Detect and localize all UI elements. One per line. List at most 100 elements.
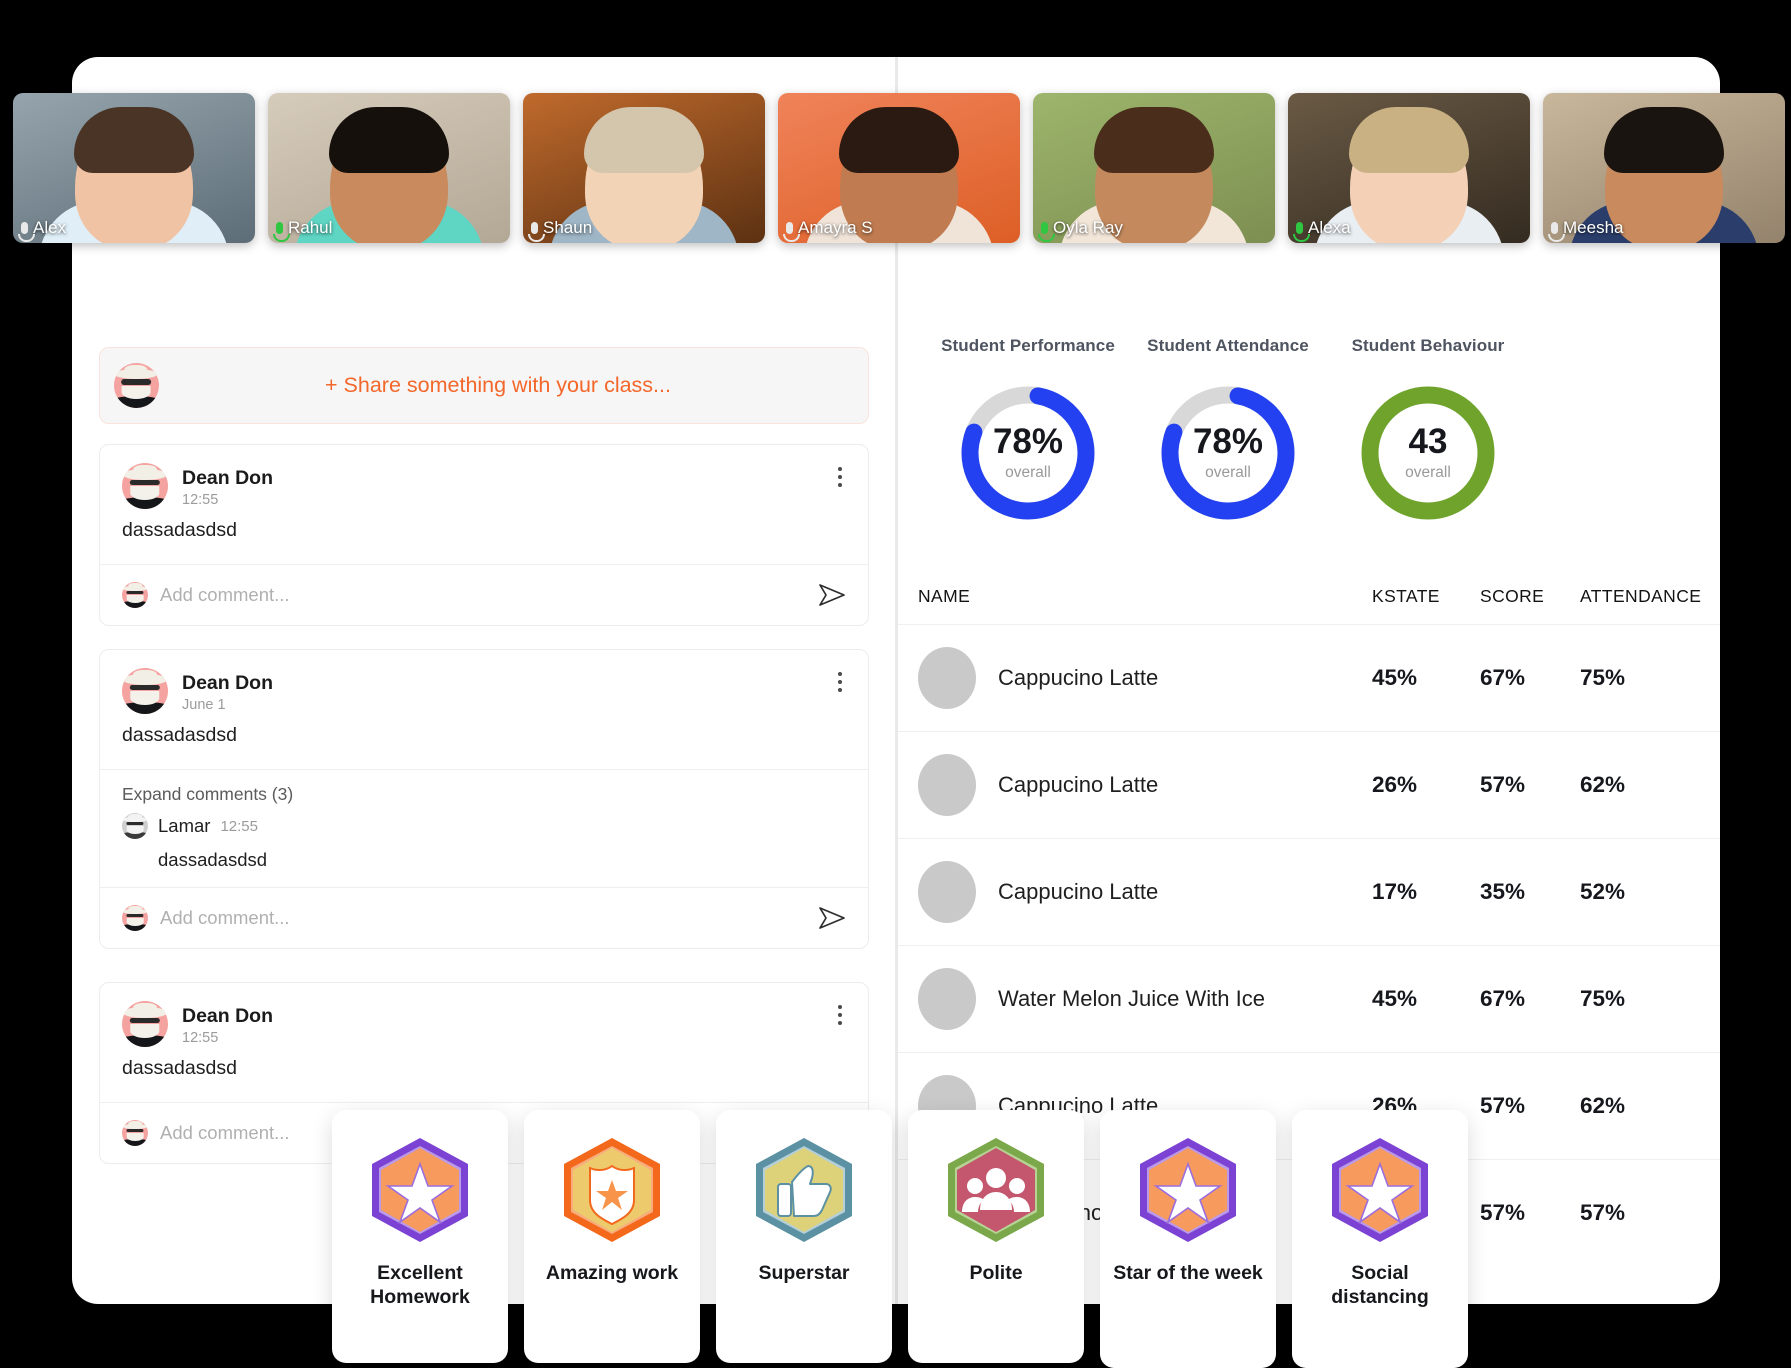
- table-header-row: NAME KSTATE SCORE ATTENDANCE: [898, 568, 1720, 624]
- cell-score: 67%: [1480, 986, 1526, 1011]
- badge-label: Star of the week: [1113, 1262, 1263, 1284]
- cell-attendance: 62%: [1580, 772, 1626, 797]
- cell-attendance: 75%: [1580, 665, 1626, 690]
- badge-card-polite[interactable]: Polite: [908, 1110, 1084, 1363]
- gauge-value: 78%: [992, 422, 1064, 461]
- star-badge-icon: [1324, 1134, 1436, 1246]
- cell-score: 57%: [1480, 772, 1526, 797]
- table-row[interactable]: Cappucino Latte 17% 35% 52%: [898, 838, 1720, 945]
- badge-label: Superstar: [758, 1262, 850, 1284]
- post-timestamp: 12:55: [182, 492, 219, 509]
- gauge-value: 43: [1408, 422, 1448, 461]
- gauge-value: 78%: [1192, 422, 1264, 461]
- donut-chart: 43 overall: [1357, 382, 1499, 524]
- badge-card-star-of-the-week[interactable]: Star of the week: [1100, 1110, 1276, 1368]
- badge-card-social-distancing[interactable]: Social distancing: [1292, 1110, 1468, 1368]
- participant-name: Oyla Ray: [1053, 218, 1123, 237]
- participant-label: Oyla Ray: [1038, 218, 1123, 242]
- post-body: dassadasdsd: [122, 1057, 237, 1079]
- table-row[interactable]: Cappucino Latte 26% 57% 62%: [898, 731, 1720, 838]
- participant-name: Shaun: [543, 218, 593, 237]
- cell-score: 57%: [1480, 1093, 1526, 1118]
- badge-card-excellent-homework[interactable]: Excellent Homework: [332, 1110, 508, 1363]
- student-name: Cappucino Latte: [998, 772, 1159, 797]
- video-tile-meesha[interactable]: Meesha: [1543, 93, 1785, 243]
- post-author: Dean Don: [182, 467, 274, 489]
- avatar: [122, 813, 148, 839]
- post-header: Dean Don 12:55: [100, 445, 868, 509]
- participant-label: Amayra S: [783, 218, 873, 242]
- participant-label: Rahul: [273, 218, 333, 242]
- student-name: Water Melon Juice With Ice: [998, 986, 1265, 1011]
- video-tile-oyla-ray[interactable]: Oyla Ray: [1033, 93, 1275, 243]
- avatar: [122, 668, 168, 714]
- video-tile-alex[interactable]: Alex: [13, 93, 255, 243]
- avatar: [122, 463, 168, 509]
- video-tile-rahul[interactable]: Rahul: [268, 93, 510, 243]
- cell-score: 67%: [1480, 665, 1526, 690]
- avatar: [918, 861, 976, 923]
- avatar: [918, 754, 976, 816]
- send-icon[interactable]: [818, 583, 846, 607]
- expand-comments-link[interactable]: Expand comments (3): [100, 770, 868, 811]
- participant-name: Amayra S: [798, 218, 873, 237]
- gauge-title: Student Behaviour: [1351, 336, 1505, 355]
- star-badge-icon: [1132, 1134, 1244, 1246]
- badge-label: Social distancing: [1331, 1262, 1429, 1308]
- column-header-attendance: ATTENDANCE: [1580, 585, 1702, 606]
- avatar: [122, 905, 148, 931]
- badge-label: Excellent Homework: [370, 1262, 470, 1308]
- badge-card-superstar[interactable]: Superstar: [716, 1110, 892, 1363]
- gauge-sublabel: overall: [1205, 464, 1251, 481]
- post-timestamp: 12:55: [182, 1030, 219, 1047]
- comment-input[interactable]: Add comment...: [160, 907, 806, 929]
- cell-kstate: 45%: [1372, 986, 1418, 1011]
- post-menu-button[interactable]: [830, 1003, 850, 1027]
- post-timestamp: June 1: [182, 697, 226, 714]
- send-icon[interactable]: [818, 906, 846, 930]
- gauge-sublabel: overall: [1005, 464, 1051, 481]
- gauge-sublabel: overall: [1405, 464, 1451, 481]
- comment-input-row[interactable]: Add comment...: [100, 888, 868, 948]
- post-menu-button[interactable]: [830, 465, 850, 489]
- badge-card-amazing-work[interactable]: Amazing work: [524, 1110, 700, 1363]
- post-card: Dean Don June 1 dassadasdsd Expand comme…: [99, 649, 869, 949]
- participant-label: Alexa: [1293, 218, 1351, 242]
- video-tile-amayra[interactable]: Amayra S: [778, 93, 1020, 243]
- participant-name: Rahul: [288, 218, 333, 237]
- mic-muted-icon: [1548, 222, 1565, 242]
- table-row[interactable]: Water Melon Juice With Ice 45% 67% 75%: [898, 945, 1720, 1052]
- participant-name: Alex: [33, 218, 67, 237]
- gauge-group: Student Performance 78% overall Student: [928, 336, 1528, 524]
- avatar: [918, 647, 976, 709]
- column-header-name: NAME: [918, 585, 971, 606]
- post-body: dassadasdsd: [122, 724, 237, 746]
- badge-card-row: Excellent Homework Amazing work Supersta…: [332, 1110, 1468, 1368]
- video-tile-alexa[interactable]: Alexa: [1288, 93, 1530, 243]
- thumbs-up-badge-icon: [748, 1134, 860, 1246]
- share-composer[interactable]: + Share something with your class...: [99, 347, 869, 424]
- mic-muted-icon: [528, 222, 545, 242]
- screen-root: + Share something with your class... Dea…: [0, 0, 1791, 1368]
- shield-star-badge-icon: [556, 1134, 668, 1246]
- table-row[interactable]: Cappucino Latte 45% 67% 75%: [898, 624, 1720, 731]
- cell-kstate: 45%: [1372, 665, 1418, 690]
- student-name: Cappucino Latte: [998, 665, 1159, 690]
- student-name: Cappucino Latte: [998, 879, 1159, 904]
- comment-input[interactable]: Add comment...: [160, 584, 806, 606]
- gauge-student-performance: Student Performance 78% overall: [928, 336, 1128, 524]
- gauge-student-attendance: Student Attendance 78% overall: [1128, 336, 1328, 524]
- avatar: [918, 968, 976, 1030]
- participant-label: Alex: [18, 218, 67, 242]
- comment-timestamp: 12:55: [220, 817, 258, 835]
- avatar: [122, 1120, 148, 1146]
- post-menu-button[interactable]: [830, 670, 850, 694]
- participant-name: Meesha: [1563, 218, 1624, 237]
- video-tile-shaun[interactable]: Shaun: [523, 93, 765, 243]
- cell-score: 35%: [1480, 879, 1526, 904]
- donut-chart: 78% overall: [1157, 382, 1299, 524]
- comment-input-row[interactable]: Add comment...: [100, 565, 868, 625]
- post-header: Dean Don June 1: [100, 650, 868, 714]
- cell-kstate: 26%: [1372, 772, 1418, 797]
- gauge-title: Student Attendance: [1147, 336, 1309, 355]
